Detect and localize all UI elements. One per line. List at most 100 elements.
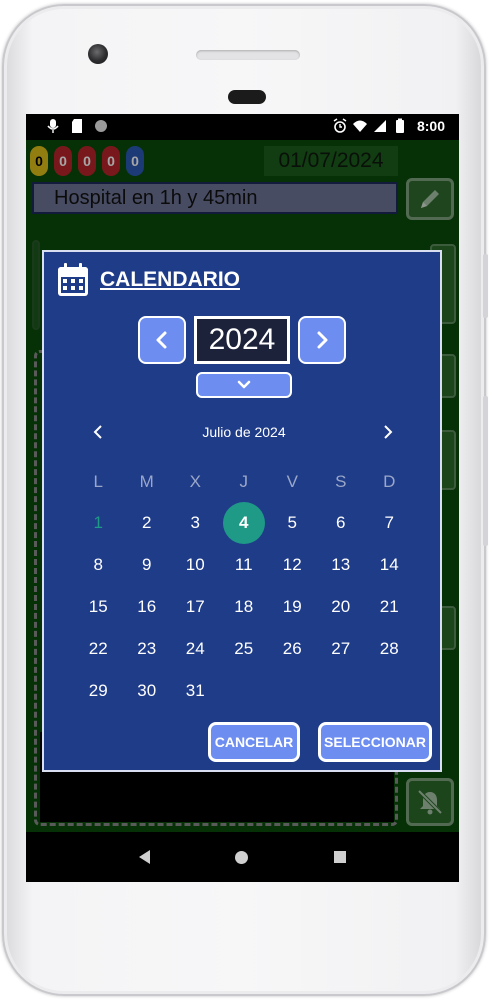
calendar-day[interactable]: 20 [317,586,366,628]
calendar-day[interactable]: 7 [365,502,414,544]
calendar-day-label: 18 [234,597,254,616]
calendar-day-label: 27 [331,639,351,658]
front-camera [88,44,108,64]
volume-button [483,396,488,546]
calendar-day[interactable]: 2 [123,502,172,544]
status-bar: 8:00 [26,114,459,140]
month-navigation: Julio de 2024 [44,420,444,446]
calendar-day-label: 20 [331,597,351,616]
calendar-day-label: 23 [137,639,157,658]
calendar-day[interactable]: 30 [123,670,172,712]
calendar-day-label: 26 [282,639,302,658]
next-year-button[interactable] [298,316,346,364]
calendar-day-label: 14 [379,555,399,574]
calendar-day[interactable]: 29 [74,670,123,712]
signal-icon [373,118,387,134]
calendar-day[interactable]: 21 [365,586,414,628]
calendar-day[interactable]: 22 [74,628,123,670]
calendar-day[interactable]: 5 [268,502,317,544]
back-icon[interactable] [138,850,150,864]
calendar-day[interactable]: 28 [365,628,414,670]
weekday-label: J [239,472,249,491]
calendar-day[interactable]: 14 [365,544,414,586]
previous-month-button[interactable] [88,420,108,444]
calendar-day-label: 30 [137,681,157,700]
chevron-down-icon [237,380,251,389]
calendar-icon [58,263,88,296]
calendar-day[interactable]: 18 [220,586,269,628]
calendar-day[interactable]: 1 [74,502,123,544]
calendar-day-label: 25 [234,639,254,658]
calendar-day[interactable]: 15 [74,586,123,628]
cancel-button[interactable]: CANCELAR [208,722,300,762]
calendar-day[interactable]: 16 [123,586,172,628]
calendar-day[interactable]: 25 [220,628,269,670]
calendar-day[interactable]: 6 [317,502,366,544]
calendar-day[interactable]: 3 [171,502,220,544]
calendar-day-label: 19 [282,597,302,616]
earpiece [228,90,266,104]
calendar-day-label: 7 [384,513,394,532]
battery-icon [393,118,407,134]
calendar-day[interactable]: 27 [317,628,366,670]
calendar-day-label: 24 [185,639,205,658]
calendar-day[interactable]: 4 [220,502,269,544]
select-button[interactable]: SELECCIONAR [318,722,432,762]
weekday-label: M [139,472,154,491]
calendar-day-label: 29 [88,681,108,700]
weekday-label: L [93,472,103,491]
calendar-day[interactable]: 26 [268,628,317,670]
calendar-day-label: 28 [379,639,399,658]
clock: 8:00 [416,118,445,134]
calendar-day-label: 2 [142,513,152,532]
weekday-label: D [383,472,396,491]
next-month-button[interactable] [378,420,398,444]
calendar-day-label: 15 [88,597,108,616]
calendar-day-label: 9 [142,555,152,574]
day-grid: 1 2 3 4 5 6 7 8 9 10 11 12 13 14 15 16 17 18 19 20 21 22 23 24 2… [74,502,414,712]
calendar-day-label: 10 [185,555,205,574]
calendar-day[interactable]: 8 [74,544,123,586]
weekday-label: X [189,472,201,491]
alarm-icon [333,118,347,134]
calendar-day[interactable]: 11 [220,544,269,586]
chevron-right-icon [317,331,328,349]
recent-apps-icon[interactable] [334,851,347,863]
home-icon[interactable] [235,850,249,864]
calendar-day-label: 13 [331,555,351,574]
screen: 8:00 0 0 0 0 0 01/07/2024 Hospital en 1h… [26,114,459,882]
expand-year-list-button[interactable] [196,372,292,398]
mic-icon [46,118,60,134]
calendar-day[interactable]: 19 [268,586,317,628]
calendar-day-label: 22 [88,639,108,658]
navigation-bar [26,832,459,882]
weekday-label: V [286,472,298,491]
calendar-day[interactable]: 10 [171,544,220,586]
power-button [483,254,488,318]
calendar-day[interactable]: 9 [123,544,172,586]
calendar-day-label: 17 [185,597,205,616]
chevron-left-icon [156,331,167,349]
calendar-day[interactable]: 24 [171,628,220,670]
previous-year-button[interactable] [138,316,186,364]
dialog-title: CALENDARIO [100,268,240,291]
calendar-day[interactable]: 23 [123,628,172,670]
top-speaker [196,50,300,60]
calendar-day-label: 1 [93,513,103,532]
year-display[interactable]: 2024 [194,316,290,364]
chevron-left-icon [93,425,102,439]
weekday-header: L M X J V S D [74,472,414,492]
calendar-day-label: 16 [137,597,157,616]
calendar-day[interactable]: 17 [171,586,220,628]
calendar-day[interactable]: 31 [171,670,220,712]
weekday-label: S [335,472,347,491]
calendar-day[interactable]: 13 [317,544,366,586]
calendar-day-label: 4 [222,502,265,544]
calendar-day-label: 12 [282,555,302,574]
calendar-day-label: 21 [379,597,399,616]
calendar-day-label: 8 [93,555,103,574]
calendar-day[interactable]: 12 [268,544,317,586]
month-label: Julio de 2024 [202,424,286,440]
dialog-actions: CANCELAR SELECCIONAR [208,722,432,762]
dialog-header: CALENDARIO [56,262,240,298]
